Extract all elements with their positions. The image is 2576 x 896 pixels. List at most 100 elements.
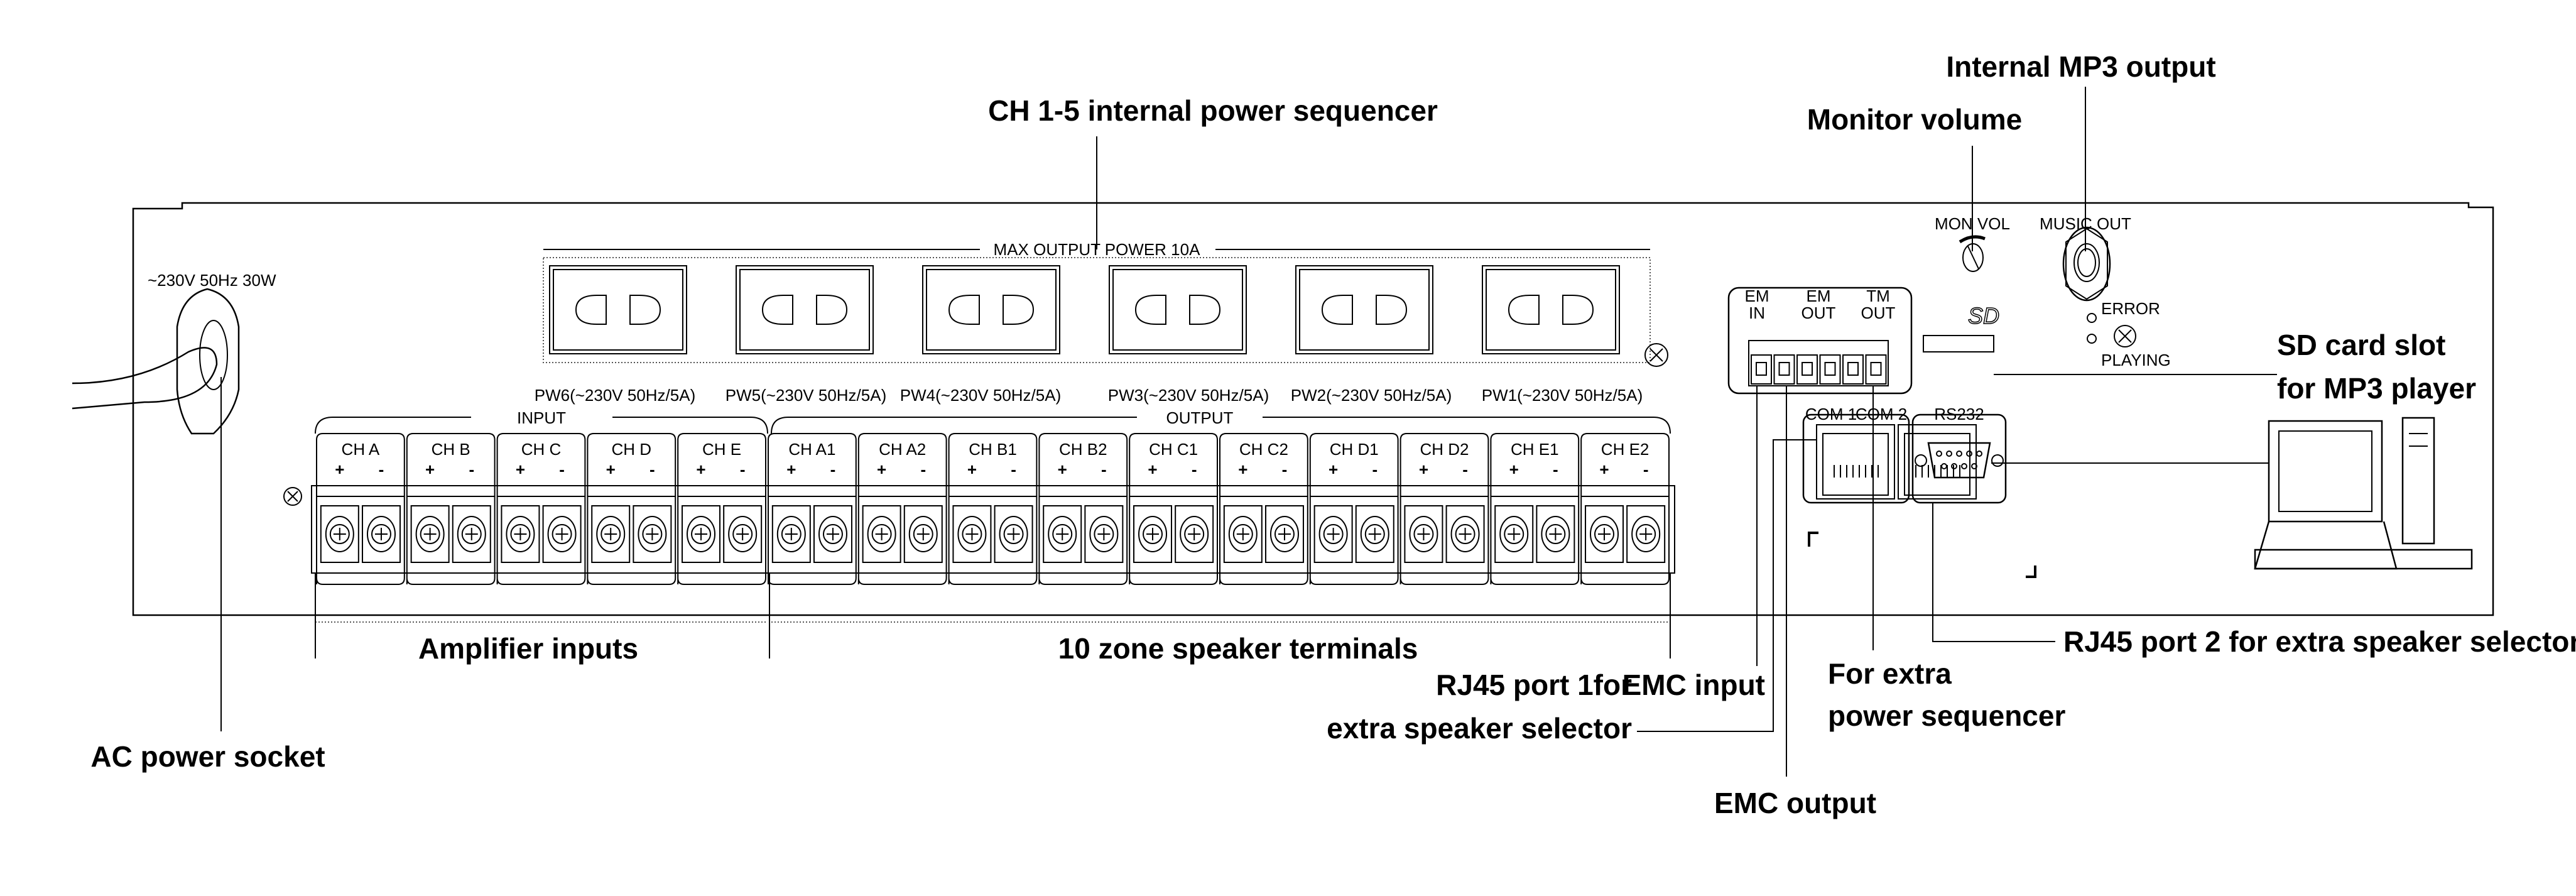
power-outlet bbox=[1295, 265, 1433, 354]
screw-terminal[interactable] bbox=[682, 505, 721, 563]
rear-panel-diagram: MAX OUTPUT POWER 10A PW6(~230V 50Hz/5A) P… bbox=[72, 50, 2576, 819]
error-label: ERROR bbox=[2101, 299, 2160, 318]
screw-terminal[interactable] bbox=[723, 505, 763, 563]
screw-terminal[interactable] bbox=[1313, 505, 1353, 563]
panel-outline bbox=[132, 202, 2494, 616]
corner-mark bbox=[2026, 565, 2036, 578]
screw-terminal[interactable] bbox=[1585, 505, 1624, 563]
em-terminal-pin[interactable] bbox=[1842, 354, 1864, 385]
channel-label: CH E2 bbox=[1601, 440, 1649, 459]
pw-label: PW2(~230V 50Hz/5A) bbox=[1291, 386, 1452, 405]
screw-terminal[interactable] bbox=[1404, 505, 1443, 563]
screw-terminal[interactable] bbox=[542, 505, 582, 563]
screw-terminal[interactable] bbox=[1175, 505, 1214, 563]
panel-screw-left bbox=[283, 487, 302, 506]
callout-ac-socket: AC power socket bbox=[90, 740, 325, 773]
screw-terminal[interactable] bbox=[1223, 505, 1263, 563]
com1-rj45-port[interactable] bbox=[1816, 424, 1895, 500]
plus-sign: + bbox=[1058, 460, 1067, 479]
minus-sign: - bbox=[1282, 460, 1288, 479]
screw-terminal[interactable] bbox=[1626, 505, 1666, 563]
screw-terminal[interactable] bbox=[813, 505, 852, 563]
channel-label: CH A bbox=[342, 440, 380, 459]
channel-label: CH E1 bbox=[1511, 440, 1559, 459]
plus-sign: + bbox=[516, 460, 525, 479]
minus-sign: - bbox=[559, 460, 565, 479]
em-label-top: EM bbox=[1745, 287, 1769, 305]
minus-sign: - bbox=[1372, 460, 1378, 479]
screw-terminal[interactable] bbox=[361, 505, 401, 563]
corner-mark bbox=[1808, 532, 1818, 547]
power-rating-label: ~230V 50Hz 30W bbox=[148, 271, 276, 290]
channel-label: CH B bbox=[432, 440, 470, 459]
callout-sequencer: CH 1-5 internal power sequencer bbox=[988, 94, 1438, 127]
minus-sign: - bbox=[649, 460, 655, 479]
screw-terminal[interactable] bbox=[952, 505, 992, 563]
screw-terminal[interactable] bbox=[903, 505, 943, 563]
screw-terminal[interactable] bbox=[633, 505, 672, 563]
plus-sign: + bbox=[696, 460, 705, 479]
screw-terminal[interactable] bbox=[1043, 505, 1082, 563]
screw-terminal[interactable] bbox=[1536, 505, 1575, 563]
em-terminal-pin[interactable] bbox=[1819, 354, 1841, 385]
power-cord bbox=[72, 347, 218, 410]
computer-icon bbox=[2254, 417, 2473, 570]
outlet-group-box bbox=[543, 257, 1651, 363]
channel-label: CH C2 bbox=[1239, 440, 1288, 459]
panel-screw-right bbox=[2114, 325, 2136, 347]
sd-card-slot[interactable] bbox=[1923, 335, 1994, 352]
screw-terminal[interactable] bbox=[771, 505, 811, 563]
screw-terminal[interactable] bbox=[1494, 505, 1534, 563]
channel-label: CH A2 bbox=[879, 440, 926, 459]
screw-terminal[interactable] bbox=[410, 505, 450, 563]
minus-sign: - bbox=[830, 460, 836, 479]
channel-module: CH D+ - bbox=[587, 433, 677, 585]
callout-amp-inputs: Amplifier inputs bbox=[418, 632, 638, 665]
callout-rj45-port1-1: RJ45 port 1for bbox=[1436, 669, 1632, 701]
channel-module: CH E1+ - bbox=[1490, 433, 1580, 585]
screw-terminal[interactable] bbox=[452, 505, 491, 563]
em-label-bottom: OUT bbox=[1861, 303, 1896, 322]
minus-sign: - bbox=[1192, 460, 1197, 479]
channel-module: CH A+ - bbox=[316, 433, 405, 585]
screw-terminal[interactable] bbox=[1264, 505, 1304, 563]
panel-screw-em bbox=[1644, 343, 1668, 367]
minus-sign: - bbox=[1011, 460, 1016, 479]
com2-label: COM 2 bbox=[1856, 405, 1907, 423]
screw-terminal[interactable] bbox=[1133, 505, 1173, 563]
channel-label: CH C bbox=[521, 440, 562, 459]
callout-zone-terminals: 10 zone speaker terminals bbox=[1058, 632, 1418, 665]
screw-terminal[interactable] bbox=[1355, 505, 1394, 563]
screw-terminal[interactable] bbox=[320, 505, 359, 563]
power-outlet bbox=[1109, 265, 1247, 354]
screw-terminal[interactable] bbox=[1445, 505, 1485, 563]
screw-terminal[interactable] bbox=[501, 505, 540, 563]
channel-module: CH D1+ - bbox=[1309, 433, 1399, 585]
minus-sign: - bbox=[920, 460, 926, 479]
music-out-jack[interactable] bbox=[2062, 226, 2111, 302]
callout-emc-output: EMC output bbox=[1714, 787, 1876, 819]
power-outlet bbox=[922, 265, 1060, 354]
em-terminal-pin[interactable] bbox=[1796, 354, 1818, 385]
channel-label: CH C1 bbox=[1149, 440, 1198, 459]
playing-led bbox=[2087, 334, 2097, 344]
power-outlet bbox=[549, 265, 687, 354]
pw-label: PW6(~230V 50Hz/5A) bbox=[535, 386, 696, 405]
em-terminal-pin[interactable] bbox=[1773, 354, 1795, 385]
em-terminal-block bbox=[1748, 340, 1889, 386]
minus-sign: - bbox=[1101, 460, 1107, 479]
screw-terminal[interactable] bbox=[1084, 505, 1124, 563]
em-label-bottom: IN bbox=[1749, 303, 1765, 322]
em-terminal-pin[interactable] bbox=[1865, 354, 1887, 385]
screw-terminal[interactable] bbox=[591, 505, 631, 563]
em-terminal-pin[interactable] bbox=[1751, 354, 1772, 385]
pw-label: PW4(~230V 50Hz/5A) bbox=[900, 386, 1062, 405]
screw-terminal[interactable] bbox=[994, 505, 1033, 563]
input-label: INPUT bbox=[517, 408, 566, 427]
com2-rj45-port[interactable] bbox=[1898, 424, 1977, 500]
callout-extra-sequencer-2: power sequencer bbox=[1828, 699, 2065, 732]
callout-rj45-port2: RJ45 port 2 for extra speaker selector bbox=[2063, 625, 2576, 658]
screw-terminal[interactable] bbox=[862, 505, 901, 563]
channel-module: CH B+ - bbox=[406, 433, 496, 585]
callout-extra-sequencer-1: For extra bbox=[1828, 657, 1952, 690]
